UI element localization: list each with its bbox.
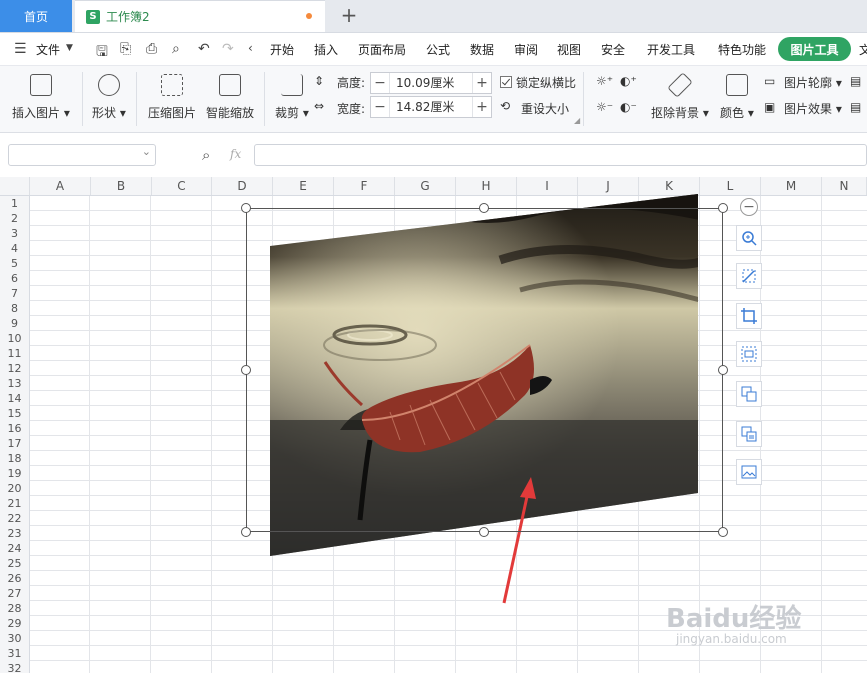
watermark-url: jingyan.baidu.com [676, 632, 787, 646]
zoom-in-tool[interactable] [736, 225, 762, 251]
compress-tool[interactable] [736, 341, 762, 367]
resize-handle-top[interactable] [479, 203, 489, 213]
picture-selection-frame[interactable] [246, 208, 723, 532]
picture-to-text-tool[interactable] [736, 421, 762, 447]
compress-picture-icon [741, 346, 757, 362]
picture-to-pdf-tool[interactable] [736, 381, 762, 407]
resize-handle-right[interactable] [718, 365, 728, 375]
picture-convert-icon [741, 386, 757, 402]
collapse-toolbar-button[interactable]: − [740, 198, 758, 216]
remove-background-tool[interactable] [736, 263, 762, 289]
magic-wand-icon [742, 269, 756, 283]
resize-handle-top-right[interactable] [718, 203, 728, 213]
zoom-in-icon [742, 231, 757, 246]
resize-handle-bottom-right[interactable] [718, 527, 728, 537]
picture-gallery-tool[interactable] [736, 459, 762, 485]
watermark-logo: Baidu经验 [666, 604, 802, 634]
crop-icon [741, 308, 757, 324]
resize-handle-left[interactable] [241, 365, 251, 375]
picture-gallery-icon [741, 465, 757, 479]
crop-tool[interactable] [736, 303, 762, 329]
resize-handle-bottom[interactable] [479, 527, 489, 537]
resize-handle-top-left[interactable] [241, 203, 251, 213]
resize-handle-bottom-left[interactable] [241, 527, 251, 537]
picture-text-icon [741, 426, 757, 442]
